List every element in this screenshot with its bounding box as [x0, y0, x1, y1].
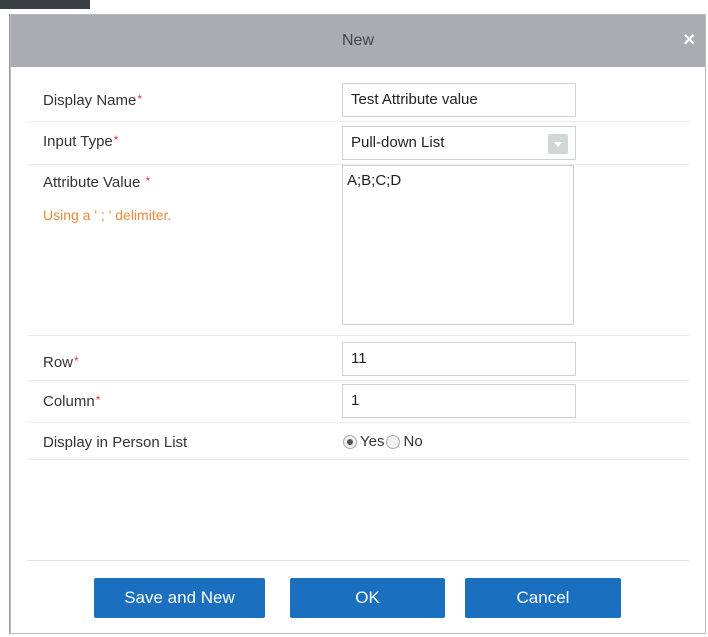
close-icon[interactable]: ×: [683, 30, 695, 50]
dialog-titlebar: New ×: [11, 15, 705, 67]
ok-button[interactable]: OK: [290, 578, 445, 618]
new-attribute-dialog: New × Display Name* Test Attribute value…: [10, 14, 706, 634]
input-type-selected-value: Pull-down List: [351, 134, 445, 151]
column-row: [27, 381, 689, 423]
save-and-new-button[interactable]: Save and New: [94, 578, 265, 618]
attribute-value-row: [27, 165, 689, 336]
row-row: [27, 336, 689, 381]
required-mark: *: [137, 92, 143, 106]
background-header-strip: [0, 0, 90, 9]
display-in-person-list-row: [27, 423, 689, 460]
dialog-title: New: [341, 32, 374, 49]
required-mark: *: [113, 133, 119, 147]
input-type-label: Input Type*: [43, 133, 119, 150]
display-name-field[interactable]: Test Attribute value: [342, 83, 576, 117]
display-name-label: Display Name*: [43, 92, 143, 109]
input-type-select[interactable]: Pull-down List: [342, 126, 576, 160]
cancel-button[interactable]: Cancel: [465, 578, 621, 618]
chevron-down-icon[interactable]: [548, 134, 568, 154]
footer-divider: [27, 560, 689, 561]
